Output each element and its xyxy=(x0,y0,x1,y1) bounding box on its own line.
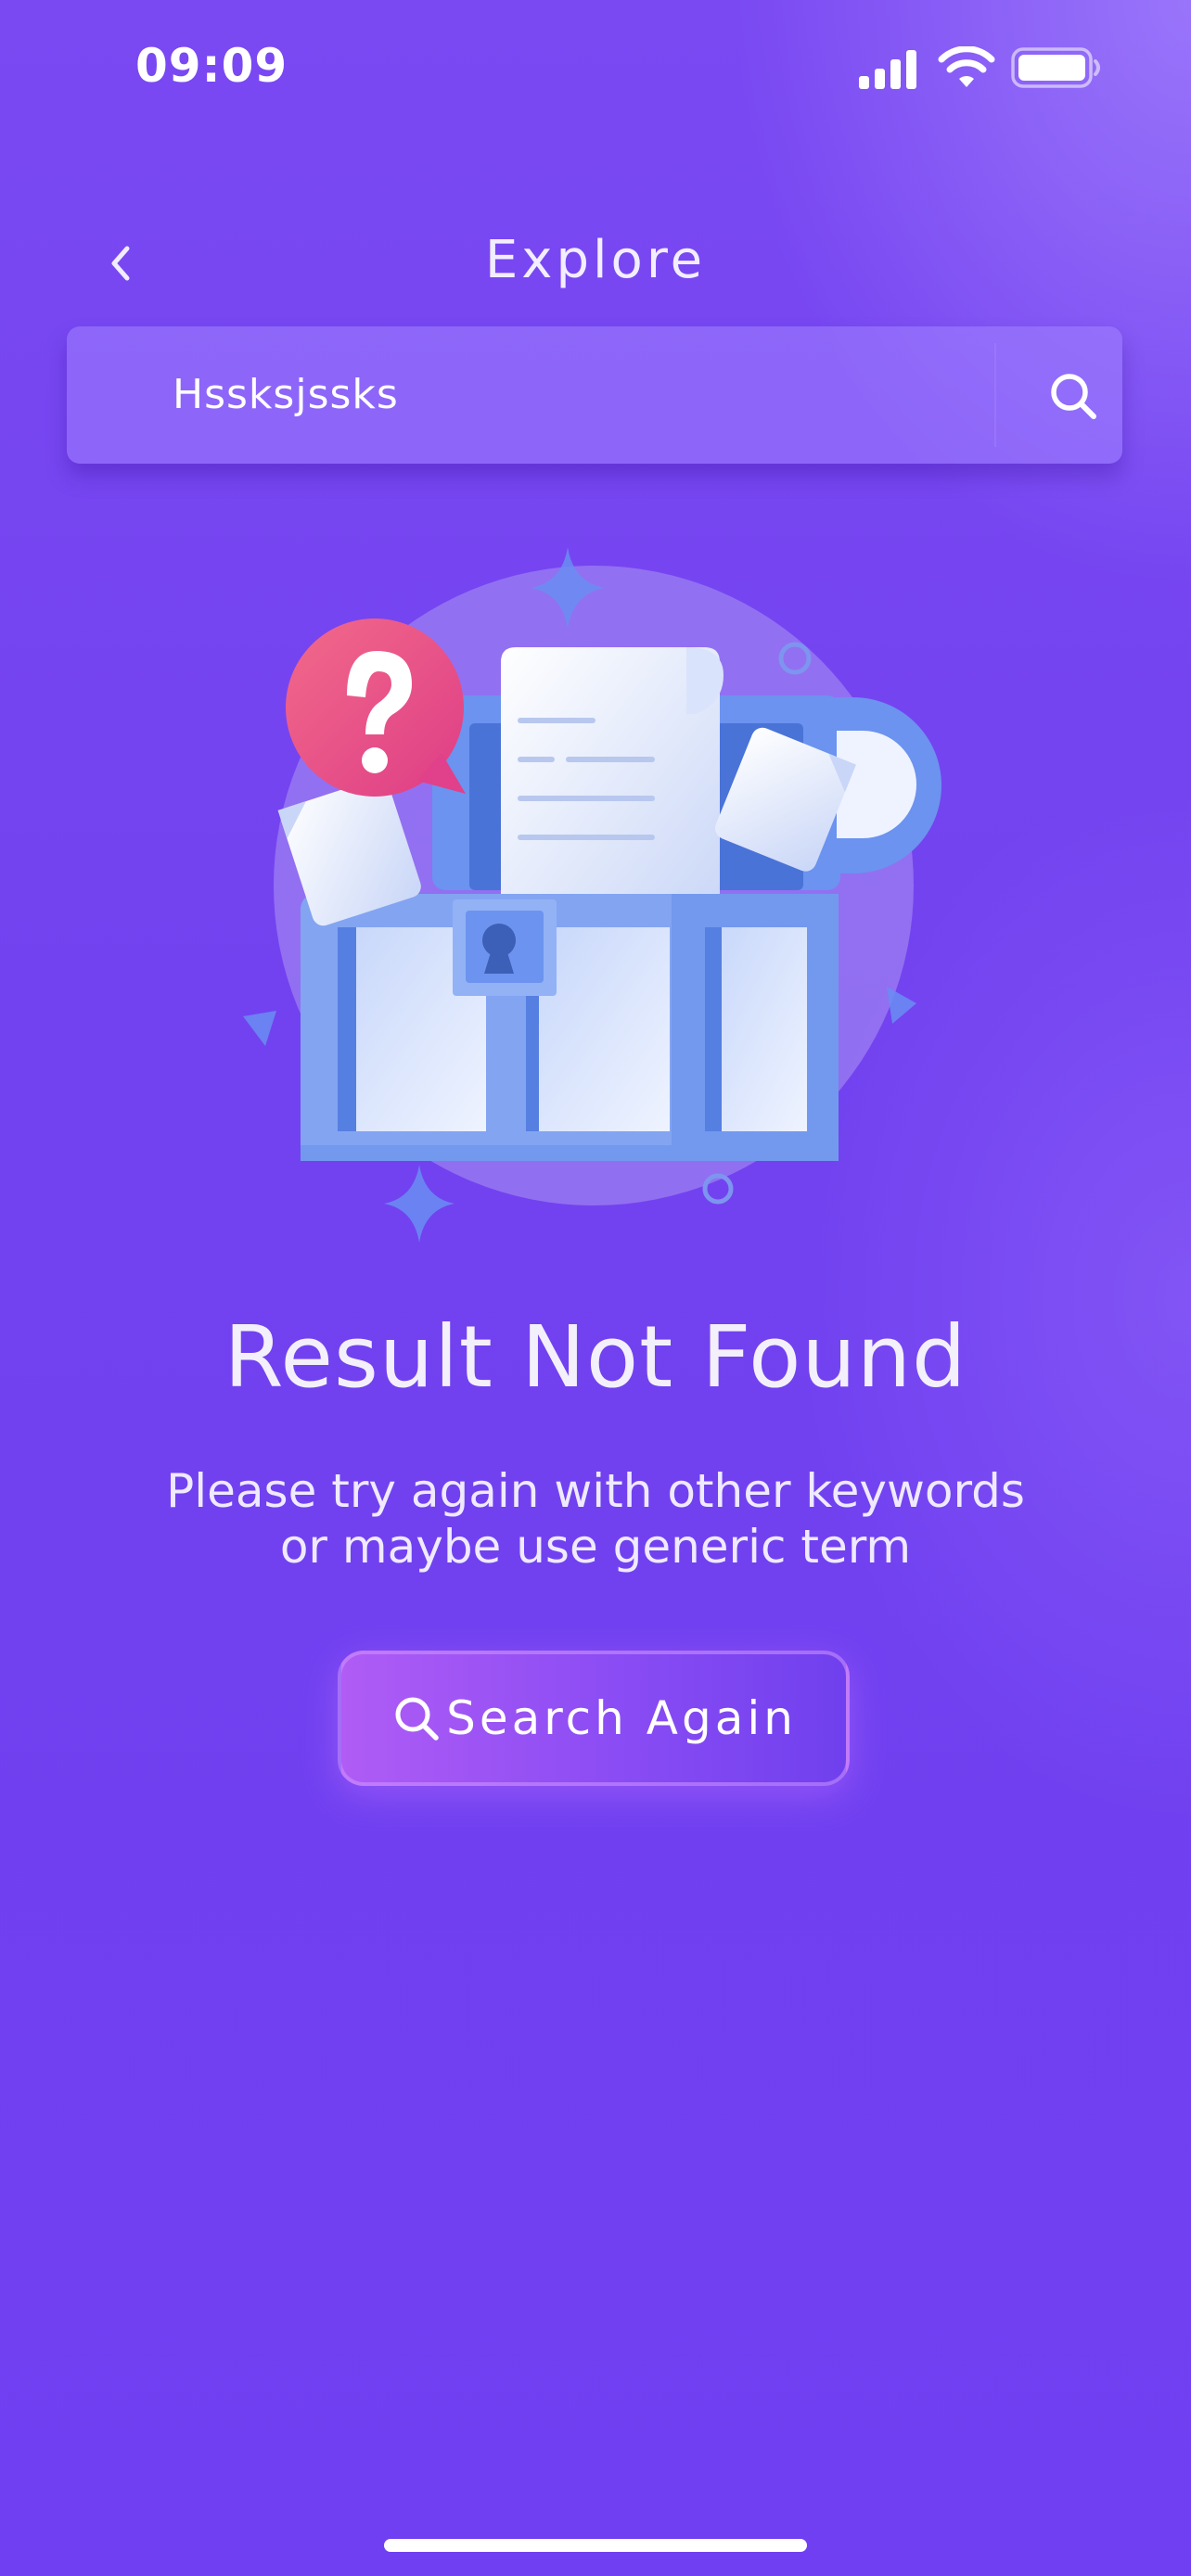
search-bar: Hssksjssks xyxy=(67,326,1122,464)
search-input[interactable]: Hssksjssks xyxy=(173,326,961,464)
empty-state-illustration xyxy=(223,538,983,1252)
status-icons xyxy=(853,46,1104,93)
empty-state-message-line-1: Please try again with other keywords xyxy=(166,1464,1025,1518)
cellular-signal-icon xyxy=(859,50,916,89)
search-icon xyxy=(1051,374,1096,419)
header: Explore xyxy=(0,213,1191,315)
wifi-icon xyxy=(938,46,995,87)
battery-icon xyxy=(1011,47,1100,88)
page-title: Explore xyxy=(484,230,707,290)
empty-state-message-line-2: or maybe use generic term xyxy=(279,1520,912,1574)
status-bar: 09:09 xyxy=(0,0,1191,139)
search-bar-divider xyxy=(994,343,996,447)
search-again-button[interactable]: Search Again xyxy=(338,1651,850,1786)
home-indicator[interactable] xyxy=(384,2539,807,2552)
status-time: 09:09 xyxy=(135,39,288,93)
search-submit-button[interactable] xyxy=(1041,363,1106,428)
search-icon xyxy=(391,1692,442,1744)
search-again-label: Search Again xyxy=(446,1691,797,1745)
empty-state-message: Please try again with other keywords or … xyxy=(111,1463,1080,1575)
empty-state-title: Result Not Found xyxy=(224,1307,967,1407)
